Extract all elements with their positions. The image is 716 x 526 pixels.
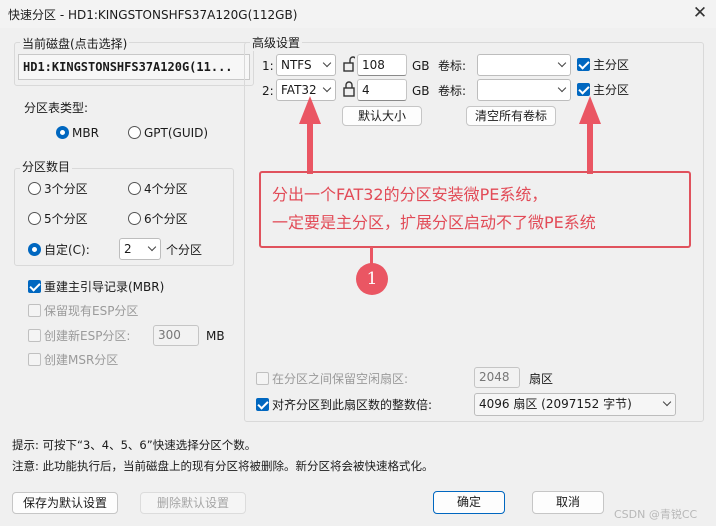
cancel-button[interactable]: 取消 bbox=[532, 491, 604, 514]
reserve-free-input[interactable]: 2048 bbox=[474, 367, 520, 388]
chevron-down-icon bbox=[662, 397, 672, 407]
custom-count-value: 2 bbox=[124, 242, 132, 256]
mbr-radio-label[interactable]: MBR bbox=[72, 125, 99, 141]
count-6-radio[interactable] bbox=[128, 212, 141, 225]
delete-default-button[interactable]: 删除默认设置 bbox=[140, 492, 246, 514]
create-esp-label: 创建新ESP分区: bbox=[44, 329, 131, 343]
count-6-label[interactable]: 6个分区 bbox=[144, 211, 188, 227]
align-label[interactable]: 对齐分区到此扇区数的整数倍: bbox=[272, 397, 432, 413]
count-custom-radio[interactable] bbox=[28, 243, 41, 256]
table-type-label: 分区表类型: bbox=[24, 101, 89, 115]
row1-primary-label[interactable]: 主分区 bbox=[593, 57, 629, 73]
esp-size-input[interactable]: 300 bbox=[153, 325, 199, 346]
current-disk-selector[interactable]: HD1:KINGSTONSHFS37A120G(11... bbox=[18, 54, 250, 80]
annotation-line-1: 分出一个FAT32的分区安装微PE系统， bbox=[272, 185, 548, 204]
gpt-radio-label[interactable]: GPT(GUID) bbox=[144, 125, 208, 141]
row1-volume-select[interactable] bbox=[477, 54, 571, 76]
esp-size-unit: MB bbox=[206, 329, 225, 343]
chevron-down-icon bbox=[322, 58, 332, 68]
arrow-up-icon bbox=[579, 96, 601, 174]
reserve-free-unit: 扇区 bbox=[529, 372, 554, 386]
rebuild-mbr-label[interactable]: 重建主引导记录(MBR) bbox=[44, 279, 164, 295]
row1-primary-checkbox[interactable] bbox=[577, 58, 590, 71]
keep-esp-checkbox[interactable] bbox=[28, 304, 41, 317]
mbr-radio[interactable] bbox=[56, 126, 69, 139]
annotation-arrows bbox=[299, 96, 601, 174]
note-text: 注意: 此功能执行后，当前磁盘上的现有分区将被删除。新分区将会被快速格式化。 bbox=[12, 459, 434, 473]
count-5-radio[interactable] bbox=[28, 212, 41, 225]
keep-esp-label: 保留现有ESP分区 bbox=[44, 304, 139, 318]
row1-index: 1: bbox=[262, 59, 274, 73]
custom-count-unit: 个分区 bbox=[166, 243, 203, 257]
reserve-free-label: 在分区之间保留空闲扇区: bbox=[272, 372, 409, 386]
count-custom-label[interactable]: 自定(C): bbox=[44, 242, 90, 258]
annotation-badge: 1 bbox=[356, 263, 388, 295]
chevron-down-icon bbox=[147, 242, 157, 252]
count-5-label[interactable]: 5个分区 bbox=[44, 211, 88, 227]
count-4-label[interactable]: 4个分区 bbox=[144, 181, 188, 197]
annotation-line-2: 一定要是主分区，扩展分区启动不了微PE系统 bbox=[272, 213, 596, 232]
reserve-free-checkbox[interactable] bbox=[256, 372, 269, 385]
count-4-radio[interactable] bbox=[128, 182, 141, 195]
create-msr-checkbox[interactable] bbox=[28, 353, 41, 366]
save-default-button[interactable]: 保存为默认设置 bbox=[12, 492, 118, 514]
count-3-radio[interactable] bbox=[28, 182, 41, 195]
rebuild-mbr-checkbox[interactable] bbox=[28, 280, 41, 293]
lock-open-icon[interactable] bbox=[343, 56, 357, 72]
create-esp-checkbox[interactable] bbox=[28, 329, 41, 342]
create-msr-label: 创建MSR分区 bbox=[44, 353, 119, 367]
align-checkbox[interactable] bbox=[256, 398, 269, 411]
row1-fs-select[interactable]: NTFS bbox=[276, 54, 336, 76]
row1-vol-label: 卷标: bbox=[438, 59, 467, 73]
partition-count-label: 分区数目 bbox=[20, 159, 73, 175]
watermark: CSDN @青锐CC bbox=[614, 508, 698, 521]
close-icon[interactable]: ✕ bbox=[688, 2, 712, 24]
arrow-up-icon bbox=[299, 96, 321, 174]
advanced-label: 高级设置 bbox=[250, 35, 303, 51]
window-title: 快速分区 - HD1:KINGSTONSHFS37A120G(112GB) bbox=[8, 8, 298, 22]
gpt-radio[interactable] bbox=[128, 126, 141, 139]
row1-fs-value: NTFS bbox=[281, 58, 312, 72]
chevron-down-icon bbox=[557, 58, 567, 68]
row2-index: 2: bbox=[262, 84, 274, 98]
count-3-label[interactable]: 3个分区 bbox=[44, 181, 88, 197]
align-select[interactable]: 4096 扇区 (2097152 字节) bbox=[474, 393, 676, 416]
current-disk-label: 当前磁盘(点击选择) bbox=[20, 36, 130, 52]
row1-size-unit: GB bbox=[412, 59, 430, 73]
row1-size-input[interactable]: 108 bbox=[357, 54, 407, 76]
align-value: 4096 扇区 (2097152 字节) bbox=[479, 397, 632, 411]
tip-text: 提示: 可按下“3、4、5、6”快速选择分区个数。 bbox=[12, 438, 257, 452]
custom-count-select[interactable]: 2 bbox=[119, 238, 161, 260]
ok-button[interactable]: 确定 bbox=[433, 491, 505, 514]
